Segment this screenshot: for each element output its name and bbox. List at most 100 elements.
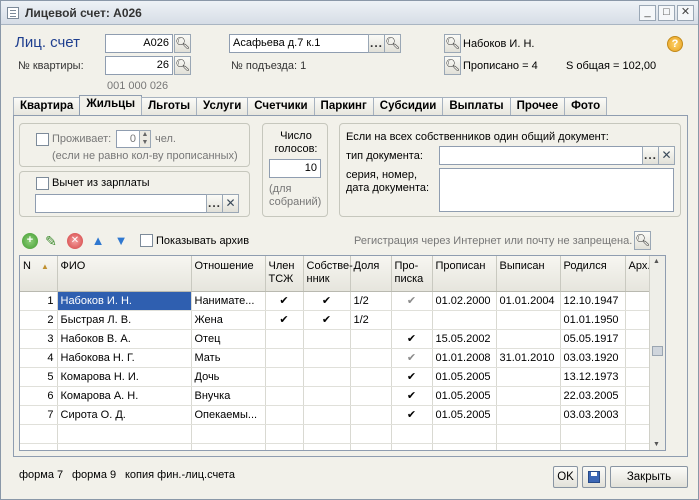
cell-born: 03.03.2003 — [560, 405, 626, 425]
entrance-label: № подъезда: 1 — [231, 60, 307, 72]
column-header-8[interactable]: Выписан — [496, 256, 561, 292]
help-icon[interactable]: ? — [667, 36, 683, 52]
votes-field[interactable]: 10 — [269, 159, 321, 178]
account-search-button[interactable]: 🔍︎ — [174, 34, 191, 53]
table-row[interactable]: 2 Быстрая Л. В. Жена ✔ ✔ 1/2 01.01.1950 — [20, 310, 665, 330]
maximize-button[interactable]: □ — [658, 5, 675, 21]
salary-clear-button[interactable]: ✕ — [222, 194, 239, 213]
empty-cell — [57, 443, 192, 450]
cell-n: 4 — [20, 348, 58, 368]
tab-0[interactable]: Квартира — [13, 97, 81, 115]
column-header-9[interactable]: Родился — [560, 256, 626, 292]
cell-n: 5 — [20, 367, 58, 387]
sort-ascending-icon: ▲ — [40, 262, 49, 271]
column-header-1[interactable]: ФИО — [57, 256, 192, 292]
table-row[interactable]: 1 Набоков И. Н. Нанимате... ✔ ✔ 1/2 ✔ 01.02.200… — [20, 291, 665, 311]
lives-spin-button[interactable]: ▲ ▼ — [139, 130, 151, 148]
document-type-field[interactable] — [439, 146, 643, 165]
address-field[interactable]: Асафьева д.7 к.1 — [229, 34, 369, 53]
cell-rel: Внучка — [191, 386, 266, 406]
apartment-field[interactable]: 26 — [105, 56, 173, 75]
salary-field[interactable] — [35, 194, 207, 213]
cell-owner — [303, 405, 351, 425]
scroll-up-icon[interactable]: ▲ — [653, 258, 660, 265]
cell-share: 1/2 — [350, 291, 392, 311]
column-header-6[interactable]: Про-писка — [391, 256, 433, 292]
empty-cell — [191, 424, 266, 444]
search-icon: 🔍︎ — [445, 36, 461, 50]
tab-7[interactable]: Выплаты — [442, 97, 511, 115]
column-header-2[interactable]: Отношение — [191, 256, 266, 292]
registered-search-button[interactable]: 🔍︎ — [444, 56, 461, 75]
salary-choose-button[interactable]: ... — [206, 194, 223, 213]
move-down-icon[interactable]: ▼ — [113, 233, 129, 249]
document-type-choose-button[interactable]: ... — [642, 146, 659, 165]
clear-icon: ✕ — [661, 148, 672, 162]
cell-reg: ✔ — [391, 329, 433, 349]
clear-icon: ✕ — [225, 196, 236, 210]
copy-statement-link[interactable]: копия фин.-лиц.счета — [125, 469, 235, 481]
document-type-clear-button[interactable]: ✕ — [658, 146, 675, 165]
table-scrollbar[interactable]: ▲ ▼ — [649, 256, 665, 450]
tab-5[interactable]: Паркинг — [313, 97, 374, 115]
edit-icon[interactable]: ✎ — [43, 233, 59, 249]
ok-button[interactable]: OK — [553, 466, 578, 488]
empty-cell — [20, 443, 58, 450]
cell-member: ✔ — [265, 310, 304, 330]
column-header-4[interactable]: Собстве-нник — [303, 256, 353, 292]
tab-8[interactable]: Прочее — [509, 97, 566, 115]
move-up-icon[interactable]: ▲ — [90, 233, 106, 249]
search-icon: 🔍︎ — [175, 58, 191, 72]
table-row[interactable]: 6 Комарова А. Н. Внучка ✔ 01.05.2005 22.03.20… — [20, 386, 665, 406]
tab-6[interactable]: Субсидии — [372, 97, 444, 115]
cell-rel: Дочь — [191, 367, 266, 387]
lives-count-field[interactable]: 0 — [116, 130, 140, 148]
close-window-button[interactable]: ✕ — [677, 5, 694, 21]
column-header-5[interactable]: Доля — [350, 256, 392, 292]
table-row[interactable]: 3 Набоков В. А. Отец ✔ 15.05.2002 05.05.1917 — [20, 329, 665, 349]
account-field[interactable]: А026 — [105, 34, 173, 53]
cell-born: 03.03.1920 — [560, 348, 626, 368]
close-button[interactable]: Закрыть — [610, 466, 688, 488]
address-search-button[interactable]: 🔍︎ — [384, 34, 401, 53]
scroll-thumb[interactable] — [652, 346, 663, 356]
address-choose-button[interactable]: ... — [368, 34, 385, 53]
delete-icon[interactable]: ✕ — [67, 233, 83, 249]
tab-3[interactable]: Услуги — [196, 97, 249, 115]
column-header-0[interactable]: N ▲ — [20, 256, 58, 292]
column-header-3[interactable]: Член ТСЖ — [265, 256, 304, 292]
tab-1[interactable]: Жильцы — [79, 95, 143, 115]
empty-cell — [391, 424, 433, 444]
cell-member — [265, 386, 304, 406]
apartment-search-button[interactable]: 🔍︎ — [174, 56, 191, 75]
save-button[interactable] — [582, 466, 606, 488]
cell-in: 01.05.2005 — [432, 405, 497, 425]
minimize-button[interactable]: _ — [639, 5, 656, 21]
form7-link[interactable]: форма 7 — [19, 469, 63, 481]
salary-checkbox[interactable] — [36, 177, 49, 190]
registration-search-button[interactable]: 🔍︎ — [634, 231, 651, 250]
cell-owner — [303, 386, 351, 406]
salary-label: Вычет из зарплаты — [52, 177, 150, 189]
tab-4[interactable]: Счетчики — [247, 97, 315, 115]
cell-born: 13.12.1973 — [560, 367, 626, 387]
table-row[interactable]: 4 Набокова Н. Г. Мать ✔ 01.01.2008 31.01.2010… — [20, 348, 665, 368]
add-icon[interactable]: + — [22, 233, 38, 249]
cell-out — [496, 386, 561, 406]
column-header-7[interactable]: Прописан — [432, 256, 497, 292]
owner-search-button[interactable]: 🔍︎ — [444, 34, 461, 53]
window-menu-icon[interactable] — [7, 7, 19, 19]
show-archive-checkbox[interactable] — [140, 234, 153, 247]
floppy-disk-icon — [588, 471, 600, 483]
table-row[interactable]: 5 Комарова Н. И. Дочь ✔ 01.05.2005 13.12.1973 — [20, 367, 665, 387]
table-row[interactable]: 7 Сирота О. Д. Опекаемы... ✔ 01.05.2005 03.03… — [20, 405, 665, 425]
votes-label: Число голосов: — [274, 130, 318, 155]
tab-2[interactable]: Льготы — [141, 97, 198, 115]
lives-checkbox[interactable] — [36, 133, 49, 146]
scroll-down-icon[interactable]: ▼ — [653, 441, 660, 448]
residents-table: N ▲ ФИО Отношение Член ТСЖ Собстве-нник Доля Пр… — [19, 255, 666, 451]
tab-9[interactable]: Фото — [564, 97, 608, 115]
document-series-field[interactable] — [439, 168, 674, 212]
form9-link[interactable]: форма 9 — [72, 469, 116, 481]
cell-in: 01.05.2005 — [432, 386, 497, 406]
